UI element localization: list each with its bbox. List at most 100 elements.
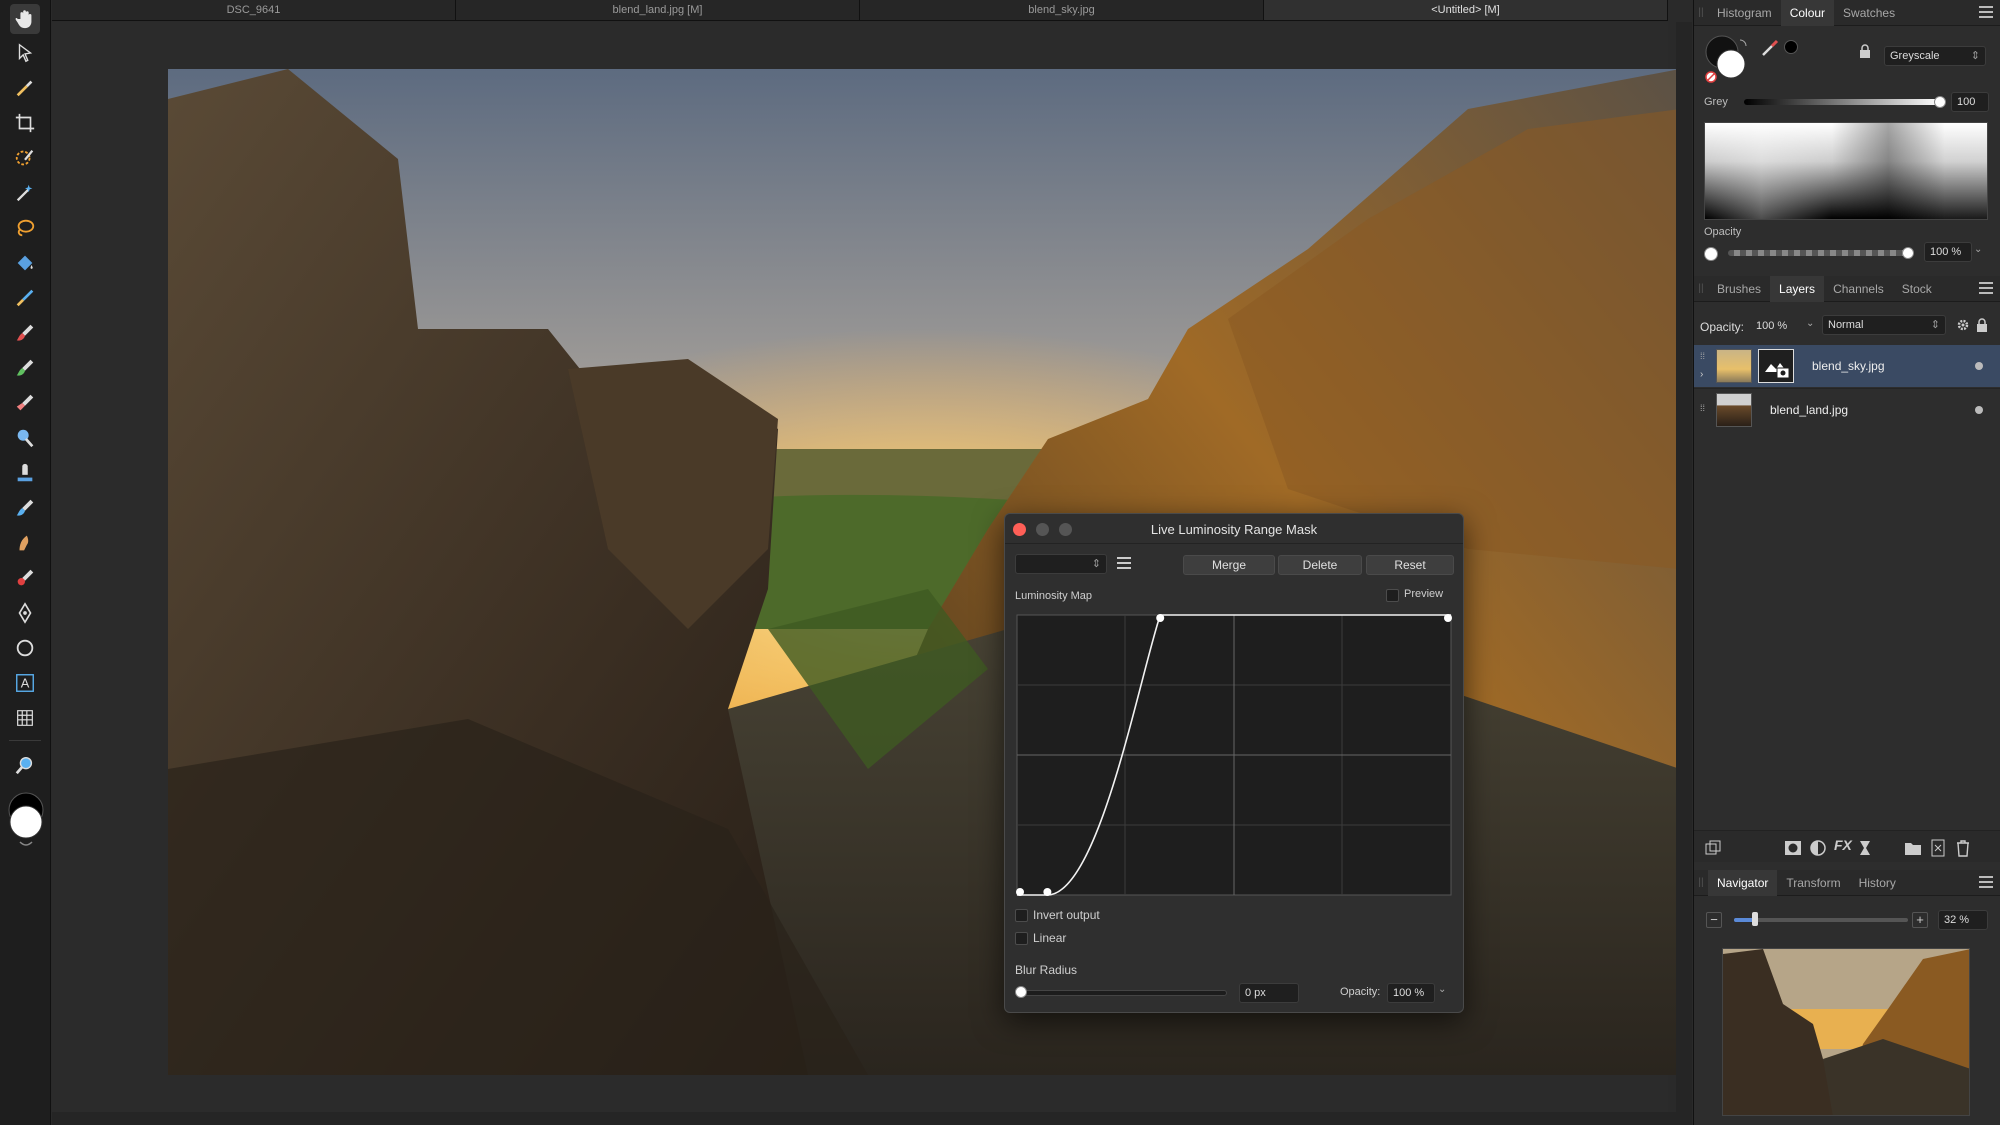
color-picker-tool-icon[interactable] — [10, 73, 40, 103]
navigator-preview[interactable] — [1722, 948, 1970, 1116]
smudge-tool-icon[interactable] — [10, 528, 40, 558]
color-wells[interactable] — [6, 790, 46, 850]
layer-drag-handle-icon[interactable]: ⁞⁞ — [1700, 351, 1705, 361]
adjustment-icon[interactable] — [1809, 839, 1827, 857]
tab-stock[interactable]: Stock — [1893, 276, 1941, 302]
live-filter-icon[interactable] — [1856, 839, 1874, 857]
preset-select[interactable]: ⇕ — [1015, 554, 1107, 574]
tab-brushes[interactable]: Brushes — [1708, 276, 1770, 302]
layer-visibility-dot[interactable] — [1975, 362, 1983, 370]
curve-control-point[interactable] — [1016, 888, 1024, 896]
zoom-tool-icon[interactable] — [10, 750, 40, 780]
tab-swatches[interactable]: Swatches — [1834, 0, 1904, 26]
layer-expand-chevron-icon[interactable]: › — [1700, 369, 1703, 380]
layer-row[interactable]: ⁞⁞ › blend_sky.jpg — [1694, 345, 2000, 387]
grey-slider-knob[interactable] — [1934, 96, 1946, 108]
ellipse-tool-icon[interactable] — [10, 633, 40, 663]
preview-checkbox[interactable] — [1386, 589, 1399, 602]
fx-icon[interactable]: FX — [1834, 837, 1852, 853]
panel-menu-icon[interactable] — [1979, 6, 1993, 18]
layer-row[interactable]: ⁞⁞ blend_land.jpg — [1694, 388, 2000, 430]
colour-mode-select[interactable]: Greyscale ⇕ — [1884, 46, 1986, 66]
opacity-slider-knob[interactable] — [1902, 247, 1914, 259]
view-tool-hand-icon[interactable] — [10, 4, 40, 34]
gradient-tool-icon[interactable] — [10, 283, 40, 313]
layer-visibility-dot[interactable] — [1975, 406, 1983, 414]
tab-navigator[interactable]: Navigator — [1708, 869, 1778, 896]
artistic-text-tool-icon[interactable]: A — [10, 668, 40, 698]
freehand-selection-tool-icon[interactable] — [10, 213, 40, 243]
selection-brush-tool-icon[interactable] — [10, 143, 40, 173]
mesh-warp-tool-icon[interactable] — [10, 703, 40, 733]
flood-fill-tool-icon[interactable] — [10, 248, 40, 278]
red-eye-tool-icon[interactable] — [10, 563, 40, 593]
gear-icon[interactable] — [1956, 318, 1970, 332]
panel-grip-icon[interactable]: || — [1694, 0, 1708, 26]
doc-tab-blend-sky[interactable]: blend_sky.jpg — [860, 0, 1264, 20]
merge-button[interactable]: Merge — [1183, 555, 1275, 575]
delete-button[interactable]: Delete — [1278, 555, 1362, 575]
pixel-tool-icon[interactable] — [10, 353, 40, 383]
zoom-value-field[interactable]: 32 % — [1938, 910, 1988, 930]
blemish-removal-tool-icon[interactable] — [10, 493, 40, 523]
curve-control-point[interactable] — [1156, 614, 1165, 622]
tab-channels[interactable]: Channels — [1824, 276, 1893, 302]
layer-opacity-field[interactable]: 100 % — [1750, 316, 1806, 336]
linear-checkbox[interactable] — [1015, 932, 1028, 945]
tab-transform[interactable]: Transform — [1777, 870, 1849, 896]
tab-layers[interactable]: Layers — [1770, 275, 1825, 302]
panel-grip-icon[interactable]: || — [1694, 870, 1708, 896]
reset-button[interactable]: Reset — [1366, 555, 1454, 575]
curve-control-point[interactable] — [1043, 888, 1052, 896]
vertical-scrollbar[interactable] — [1676, 22, 1692, 1112]
group-folder-icon[interactable] — [1904, 839, 1922, 857]
lock-icon[interactable] — [1859, 44, 1871, 58]
invert-output-checkbox[interactable] — [1015, 909, 1028, 922]
tab-history[interactable]: History — [1850, 870, 1905, 896]
preset-menu-icon[interactable] — [1117, 557, 1131, 569]
opacity-dropdown-icon[interactable]: ⌄ — [1974, 244, 1982, 255]
blend-mode-select[interactable]: Normal ⇕ — [1822, 315, 1946, 335]
clone-brush-tool-icon[interactable] — [10, 458, 40, 488]
tab-colour[interactable]: Colour — [1780, 0, 1835, 26]
recent-colour-swatch[interactable] — [1784, 40, 1798, 54]
layer-copy-icon[interactable] — [1704, 839, 1722, 857]
dialog-opacity-field[interactable]: 100 % — [1387, 983, 1435, 1003]
eyedropper-icon[interactable] — [1760, 36, 1780, 58]
zoom-out-button[interactable]: − — [1706, 912, 1722, 928]
layer-drag-handle-icon[interactable]: ⁞⁞ — [1700, 403, 1705, 413]
panel-menu-icon[interactable] — [1979, 282, 1993, 294]
tab-histogram[interactable]: Histogram — [1708, 0, 1781, 26]
trash-icon[interactable] — [1954, 839, 1972, 857]
zoom-in-button[interactable]: + — [1912, 912, 1928, 928]
opacity-slider[interactable] — [1728, 250, 1908, 256]
blur-radius-slider[interactable] — [1017, 990, 1227, 996]
dodge-tool-icon[interactable] — [10, 423, 40, 453]
colour-picker-box[interactable] — [1704, 122, 1988, 220]
dialog-titlebar[interactable]: Live Luminosity Range Mask — [1005, 514, 1463, 544]
grey-slider[interactable] — [1744, 99, 1940, 105]
doc-tab-dsc[interactable]: DSC_9641 — [52, 0, 456, 20]
mask-layer-icon[interactable] — [1784, 839, 1802, 857]
blur-radius-field[interactable]: 0 px — [1239, 983, 1299, 1003]
blur-radius-knob[interactable] — [1015, 986, 1027, 998]
crop-tool-icon[interactable] — [10, 108, 40, 138]
doc-tab-untitled[interactable]: <Untitled> [M] — [1264, 0, 1668, 20]
luminosity-map-graph[interactable] — [1016, 614, 1454, 899]
luminosity-mask-thumbnail[interactable] — [1758, 349, 1794, 383]
pen-tool-icon[interactable] — [10, 598, 40, 628]
panel-grip-icon[interactable]: || — [1694, 276, 1708, 302]
horizontal-scrollbar[interactable] — [52, 1112, 1692, 1125]
doc-tab-blend-land[interactable]: blend_land.jpg [M] — [456, 0, 860, 20]
erase-brush-tool-icon[interactable] — [10, 388, 40, 418]
lock-icon[interactable] — [1977, 318, 1987, 332]
grey-value-field[interactable]: 100 — [1951, 92, 1989, 112]
panel-menu-icon[interactable] — [1979, 876, 1993, 888]
paint-brush-tool-icon[interactable] — [10, 318, 40, 348]
add-pixel-layer-icon[interactable] — [1929, 839, 1947, 857]
fill-stroke-wells[interactable] — [1704, 34, 1750, 84]
curve-control-point[interactable] — [1444, 614, 1452, 622]
flood-select-tool-icon[interactable] — [10, 178, 40, 208]
dialog-opacity-dropdown-icon[interactable]: ⌄ — [1438, 984, 1446, 995]
zoom-slider[interactable] — [1734, 918, 1908, 922]
